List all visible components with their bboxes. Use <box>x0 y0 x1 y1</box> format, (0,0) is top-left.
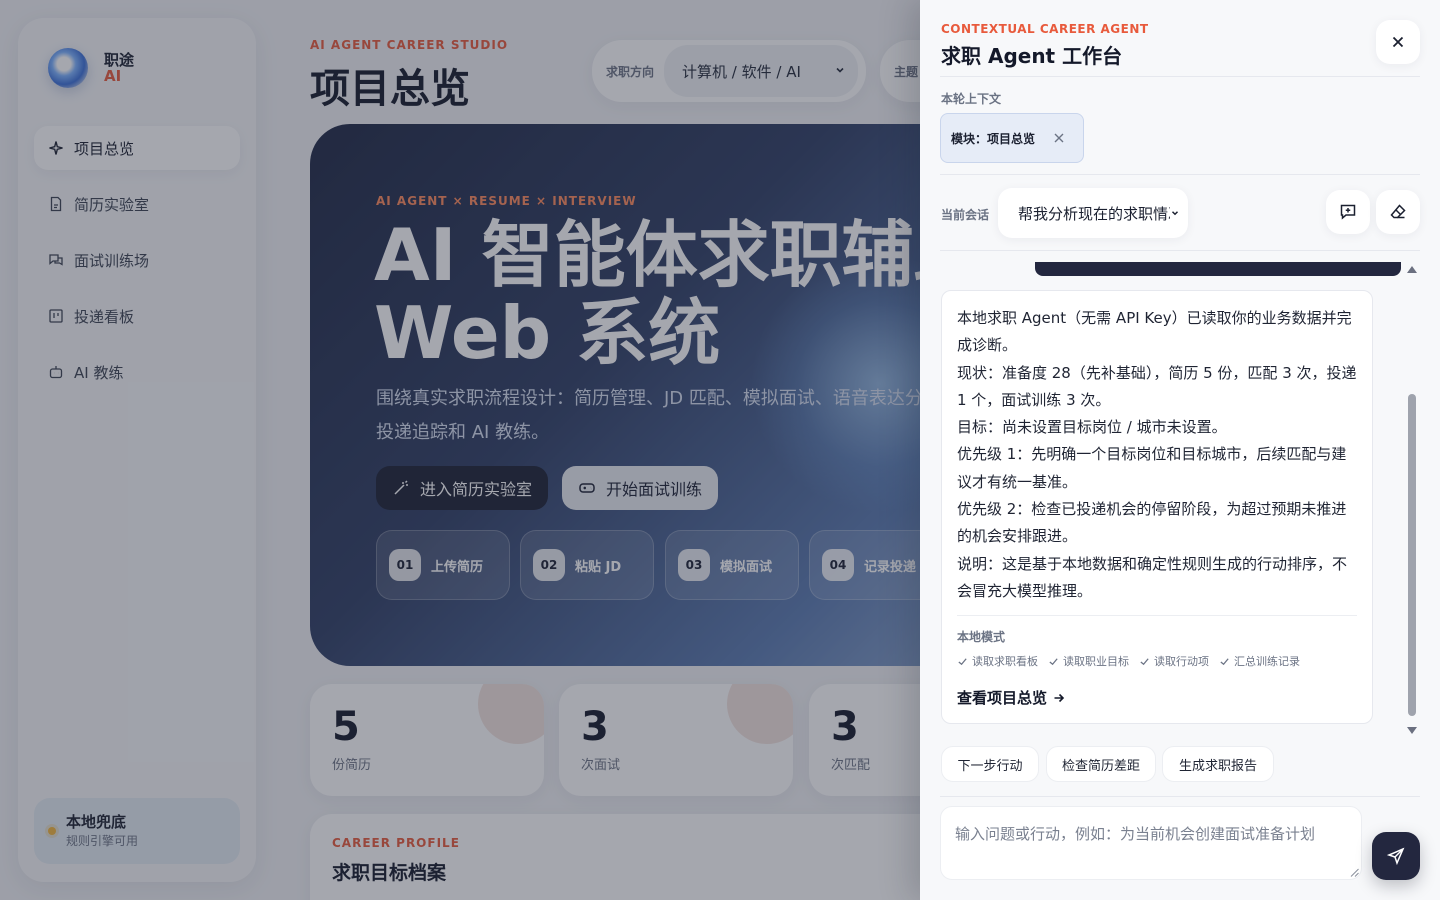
quick-action-next-step[interactable]: 下一步行动 <box>941 746 1039 782</box>
check-label: 读取职业目标 <box>1063 655 1129 669</box>
resize-handle-icon[interactable] <box>1350 868 1359 877</box>
chevron-down-icon <box>1170 204 1180 222</box>
thread-scrollbar[interactable] <box>1406 262 1418 738</box>
user-message-bubble <box>1035 262 1401 276</box>
check-label: 汇总训练记录 <box>1234 655 1300 669</box>
session-select[interactable]: 帮我分析现在的求职情况 <box>998 188 1188 238</box>
drawer-title: 求职 Agent 工作台 <box>941 44 1123 68</box>
close-drawer-button[interactable] <box>1376 20 1420 64</box>
scroll-thumb[interactable] <box>1408 394 1416 716</box>
scroll-down-arrow[interactable] <box>1407 727 1417 734</box>
context-label: 本轮上下文 <box>941 92 1002 106</box>
check-icon <box>1220 658 1229 665</box>
divider <box>940 250 1420 251</box>
message-plus-icon <box>1340 204 1356 220</box>
divider <box>940 174 1420 175</box>
arrow-right-icon <box>1054 693 1065 702</box>
link-label: 查看项目总览 <box>957 689 1048 708</box>
context-chip-label: 模块：项目总览 <box>951 131 1036 146</box>
message-line: 优先级 2：检查已投递机会的停留阶段，为超过预期未推进的机会安排跟进。 <box>957 500 1347 546</box>
message-line: 说明：这是基于本地数据和确定性规则生成的行动排序，不会冒充大模型推理。 <box>957 554 1348 600</box>
message-thread[interactable]: 本地求职 Agent（无需 API Key）已读取你的业务数据并完成诊断。 现状… <box>940 262 1420 738</box>
send-button[interactable] <box>1372 832 1420 880</box>
message-line: 目标：尚未设置目标岗位 / 城市未设置。 <box>957 418 1227 437</box>
eraser-icon <box>1390 204 1406 219</box>
divider <box>940 76 1420 77</box>
session-label: 当前会话 <box>941 208 990 222</box>
message-line: 本地求职 Agent（无需 API Key）已读取你的业务数据并完成诊断。 <box>957 309 1352 355</box>
scroll-up-arrow[interactable] <box>1407 266 1417 273</box>
divider <box>940 796 1420 797</box>
close-icon <box>1392 36 1404 48</box>
check-label: 读取行动项 <box>1154 655 1209 669</box>
drawer-eyebrow: CONTEXTUAL CAREER AGENT <box>941 22 1149 36</box>
send-icon <box>1387 847 1405 865</box>
check-icon <box>958 658 967 665</box>
remove-context-button[interactable] <box>1053 132 1065 144</box>
close-icon <box>1054 133 1064 143</box>
session-value: 帮我分析现在的求职情况 <box>1018 204 1170 223</box>
check-item: 读取职业目标 <box>1048 653 1129 669</box>
agent-message-card: 本地求职 Agent（无需 API Key）已读取你的业务数据并完成诊断。 现状… <box>941 290 1373 724</box>
clear-session-button[interactable] <box>1376 190 1420 234</box>
check-icon <box>1049 658 1058 665</box>
message-line: 优先级 1：先明确一个目标岗位和目标城市，后续匹配与建议才有统一基准。 <box>957 445 1347 491</box>
context-chip: 模块：项目总览 <box>940 113 1084 163</box>
check-item: 读取行动项 <box>1139 653 1209 669</box>
check-icon <box>1140 658 1149 665</box>
check-item: 汇总训练记录 <box>1219 653 1300 669</box>
divider <box>957 615 1357 617</box>
tool-checks: 读取求职看板 读取职业目标 读取行动项 汇总训练记录 <box>957 653 1357 669</box>
message-input[interactable] <box>940 806 1362 880</box>
view-overview-link[interactable]: 查看项目总览 <box>957 687 1357 708</box>
check-label: 读取求职看板 <box>972 655 1038 669</box>
agent-drawer: CONTEXTUAL CAREER AGENT 求职 Agent 工作台 本轮上… <box>920 0 1440 900</box>
mode-label: 本地模式 <box>957 630 1006 645</box>
quick-action-report[interactable]: 生成求职报告 <box>1162 746 1274 782</box>
check-item: 读取求职看板 <box>957 653 1038 669</box>
quick-action-resume-gap[interactable]: 检查简历差距 <box>1046 746 1156 782</box>
new-session-button[interactable] <box>1326 190 1370 234</box>
message-line: 现状：准备度 28（先补基础），简历 5 份，匹配 3 次，投递 1 个，面试训… <box>957 363 1357 409</box>
